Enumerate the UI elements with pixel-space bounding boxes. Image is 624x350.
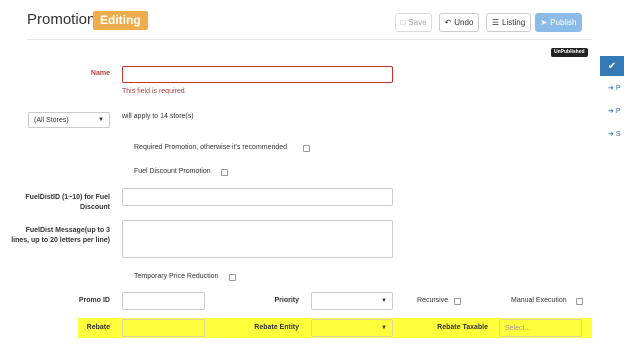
save-button[interactable]: □ Save (395, 13, 432, 32)
sidebar-link-3[interactable]: ➔ S (608, 130, 621, 138)
stores-note: will apply to 14 store(s) (122, 113, 194, 120)
required-promotion-label: Required Promotion, otherwise it's recom… (134, 144, 288, 151)
caret-down-icon: ▼ (381, 325, 387, 331)
stores-select[interactable]: (All Stores) ▼ (28, 112, 110, 128)
priority-select[interactable]: ▼ (311, 292, 393, 310)
name-input[interactable] (122, 66, 393, 83)
caret-down-icon: ▼ (98, 117, 104, 123)
sidebar-check-button[interactable]: ✔ (600, 56, 624, 76)
recursive-checkbox[interactable] (454, 298, 461, 305)
temporary-price-reduction-checkbox[interactable] (229, 274, 236, 281)
promo-id-input[interactable] (122, 292, 205, 310)
fuel-discount-promotion-checkbox[interactable] (221, 169, 228, 176)
priority-label: Priority (274, 297, 299, 304)
promo-id-label: Promo ID (78, 297, 110, 304)
publication-badge: UnPublished (551, 48, 588, 57)
listing-button-label: Listing (502, 18, 526, 27)
sidebar-link-1[interactable]: ➔ P (608, 84, 621, 92)
name-label: Name (90, 70, 110, 77)
floppy-icon: □ (400, 18, 406, 27)
rebate-input[interactable] (122, 319, 205, 337)
page-title: Promotion (27, 11, 96, 28)
required-promotion-checkbox[interactable] (303, 145, 310, 152)
temporary-price-reduction-label: Temporary Price Reduction (134, 273, 219, 280)
fuel-dist-message-textarea[interactable] (122, 220, 393, 258)
listing-button[interactable]: ☰ Listing (486, 13, 531, 32)
list-icon: ☰ (491, 18, 500, 27)
recursive-label: Recursive (417, 297, 449, 304)
paper-plane-icon: ➤ (540, 18, 548, 27)
rebate-taxable-select[interactable]: Select... (499, 319, 582, 337)
rebate-label: Rebate (86, 324, 110, 331)
arrow-right-icon: ➔ (608, 108, 614, 115)
fuel-dist-id-label: FuelDistID (1~10) for Fuel Discount (25, 194, 110, 211)
arrow-right-icon: ➔ (608, 85, 614, 92)
sidebar-link-2[interactable]: ➔ P (608, 107, 621, 115)
manual-execution-checkbox[interactable] (576, 298, 583, 305)
fuel-discount-promotion-label: Fuel Discount Promotion (134, 168, 211, 175)
fuel-dist-message-label: FuelDist Message(up to 3 lines, up to 20… (11, 227, 110, 244)
check-icon: ✔ (607, 60, 617, 72)
undo-button-label: Undo (454, 18, 474, 27)
status-badge: Editing (93, 11, 148, 30)
rebate-entity-select[interactable]: ▼ (311, 319, 393, 337)
undo-icon: ↶ (444, 18, 452, 27)
caret-down-icon: ▼ (381, 298, 387, 304)
manual-execution-label: Manual Execution (511, 297, 567, 304)
undo-button[interactable]: ↶ Undo (439, 13, 479, 32)
publish-button-label: Publish (550, 18, 577, 27)
header-divider (27, 39, 592, 40)
rebate-taxable-label: Rebate Taxable (437, 324, 488, 331)
publish-button[interactable]: ➤ Publish (535, 13, 582, 32)
fuel-dist-id-input[interactable] (122, 188, 393, 206)
save-button-label: Save (408, 18, 427, 27)
rebate-entity-label: Rebate Entity (254, 324, 299, 331)
arrow-right-icon: ➔ (608, 131, 614, 138)
name-error: This field is required. (122, 88, 187, 95)
